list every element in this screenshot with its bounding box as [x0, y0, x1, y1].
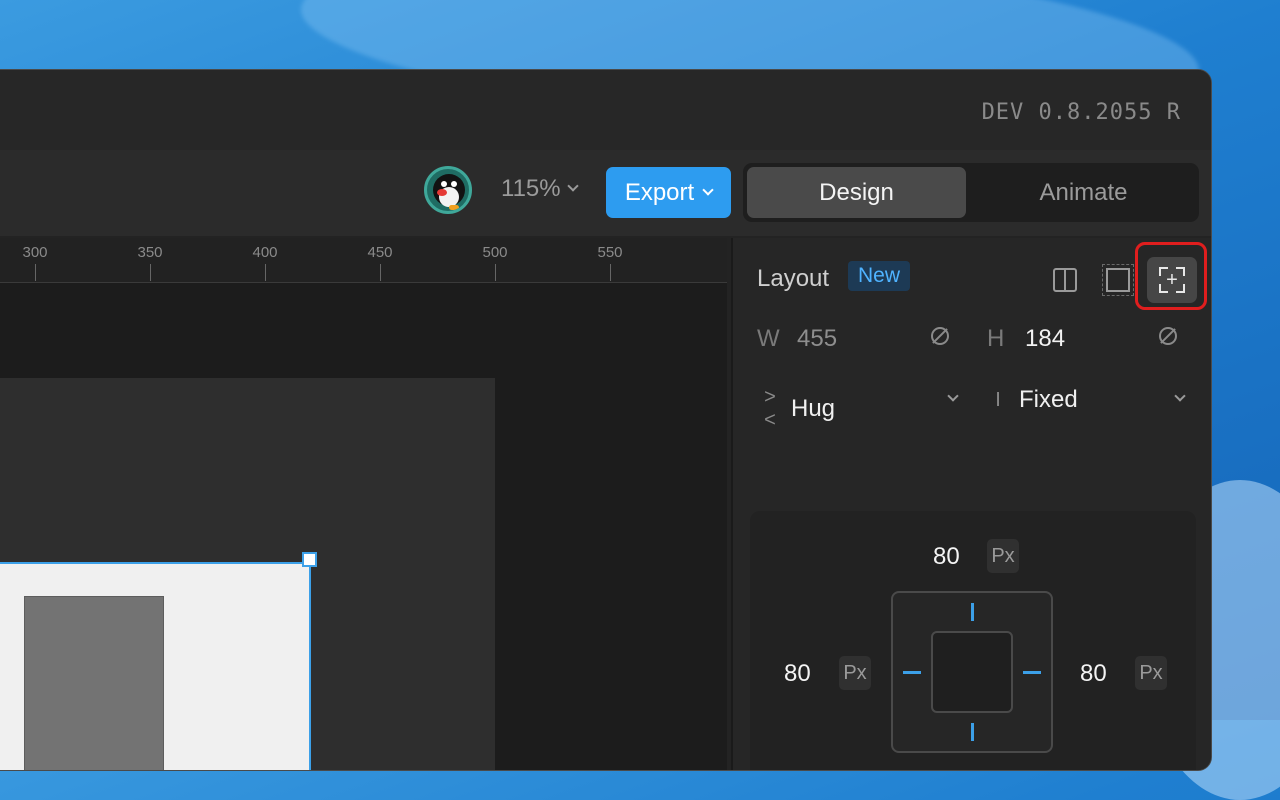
padding-top-input[interactable]: 80	[933, 543, 960, 571]
ruler-tick-label: 300	[22, 244, 48, 261]
padding-left-unit[interactable]: Px	[839, 656, 871, 690]
height-label: H	[987, 325, 1005, 352]
zoom-dropdown[interactable]: 115%	[501, 175, 579, 203]
padding-bottom-unit[interactable]: Px	[987, 770, 1019, 771]
vertical-sizing-dropdown[interactable]: I Fixed	[987, 386, 1078, 414]
export-button[interactable]: Export	[606, 167, 731, 218]
resize-handle[interactable]	[302, 552, 317, 567]
fixed-height-icon: I	[995, 388, 1001, 411]
frame-icon	[1102, 264, 1134, 296]
padding-bottom-handle[interactable]	[971, 723, 974, 741]
ruler-tick	[265, 264, 266, 281]
new-badge: New	[848, 261, 911, 291]
width-input[interactable]: 455	[797, 325, 837, 353]
export-label: Export	[624, 178, 695, 206]
split-panel-icon	[1053, 268, 1077, 292]
padding-top-unit[interactable]: Px	[987, 539, 1019, 573]
padding-left-input[interactable]: 80	[784, 660, 811, 688]
title-bar: DEV 0.8.2055 R	[0, 70, 1211, 150]
ruler-tick-label: 550	[597, 244, 623, 261]
horizontal-ruler: 300 350 400 450 500 550	[0, 238, 727, 283]
version-label: DEV 0.8.2055 R	[981, 100, 1181, 125]
canvas[interactable]: 300 350 400 450 500 550	[0, 238, 727, 770]
penguin-feet-icon	[449, 205, 459, 210]
padding-right-handle[interactable]	[1023, 671, 1041, 674]
no-constraint-icon[interactable]	[931, 327, 949, 345]
ruler-tick-label: 350	[137, 244, 163, 261]
padding-editor: 80 Px 80 Px 80 Px 80 Px	[750, 511, 1196, 771]
chevron-down-icon[interactable]	[947, 390, 959, 402]
penguin-beak-icon	[437, 189, 447, 196]
app-window: DEV 0.8.2055 R 115% Export Design Animat…	[0, 69, 1212, 771]
penguin-eye-icon	[441, 181, 447, 187]
penguin-eye-icon	[451, 181, 457, 187]
vertical-sizing-value: Fixed	[1019, 386, 1078, 413]
user-avatar[interactable]	[424, 166, 472, 214]
tab-animate[interactable]: Animate	[974, 167, 1193, 218]
chevron-down-icon	[566, 180, 579, 192]
ruler-tick-label: 400	[252, 244, 278, 261]
padding-right-input[interactable]: 80	[1080, 660, 1107, 688]
toolbar: 115% Export Design Animate	[0, 150, 1211, 236]
chevron-down-icon[interactable]	[1174, 390, 1186, 402]
horizontal-sizing-dropdown[interactable]: >< Hug	[759, 386, 835, 432]
ruler-tick-label: 500	[482, 244, 508, 261]
horizontal-sizing-value: Hug	[791, 395, 836, 422]
height-input[interactable]: 184	[1025, 325, 1065, 353]
highlight-outline	[1135, 242, 1207, 310]
properties-panel: Layout New + W 455 H 184 >< Hug I Fixed …	[731, 238, 1211, 771]
ruler-tick-label: 450	[367, 244, 393, 261]
ruler-tick	[35, 264, 36, 281]
hug-width-icon: ><	[764, 386, 776, 431]
tab-design[interactable]: Design	[747, 167, 966, 218]
no-constraint-icon[interactable]	[1159, 327, 1177, 345]
split-layout-button[interactable]	[1040, 257, 1090, 303]
padding-top-handle[interactable]	[971, 603, 974, 621]
child-rectangle[interactable]	[24, 596, 164, 770]
padding-left-handle[interactable]	[903, 671, 921, 674]
ruler-tick	[150, 264, 151, 281]
layout-section-title: Layout	[757, 265, 830, 292]
ruler-tick	[495, 264, 496, 281]
ruler-tick	[610, 264, 611, 281]
ruler-tick	[380, 264, 381, 281]
zoom-value: 115%	[501, 175, 561, 202]
padding-inner-box	[931, 631, 1013, 713]
chevron-down-icon	[702, 183, 714, 196]
width-label: W	[757, 325, 780, 352]
padding-right-unit[interactable]: Px	[1135, 656, 1167, 690]
mode-segmented-control: Design Animate	[743, 163, 1199, 222]
